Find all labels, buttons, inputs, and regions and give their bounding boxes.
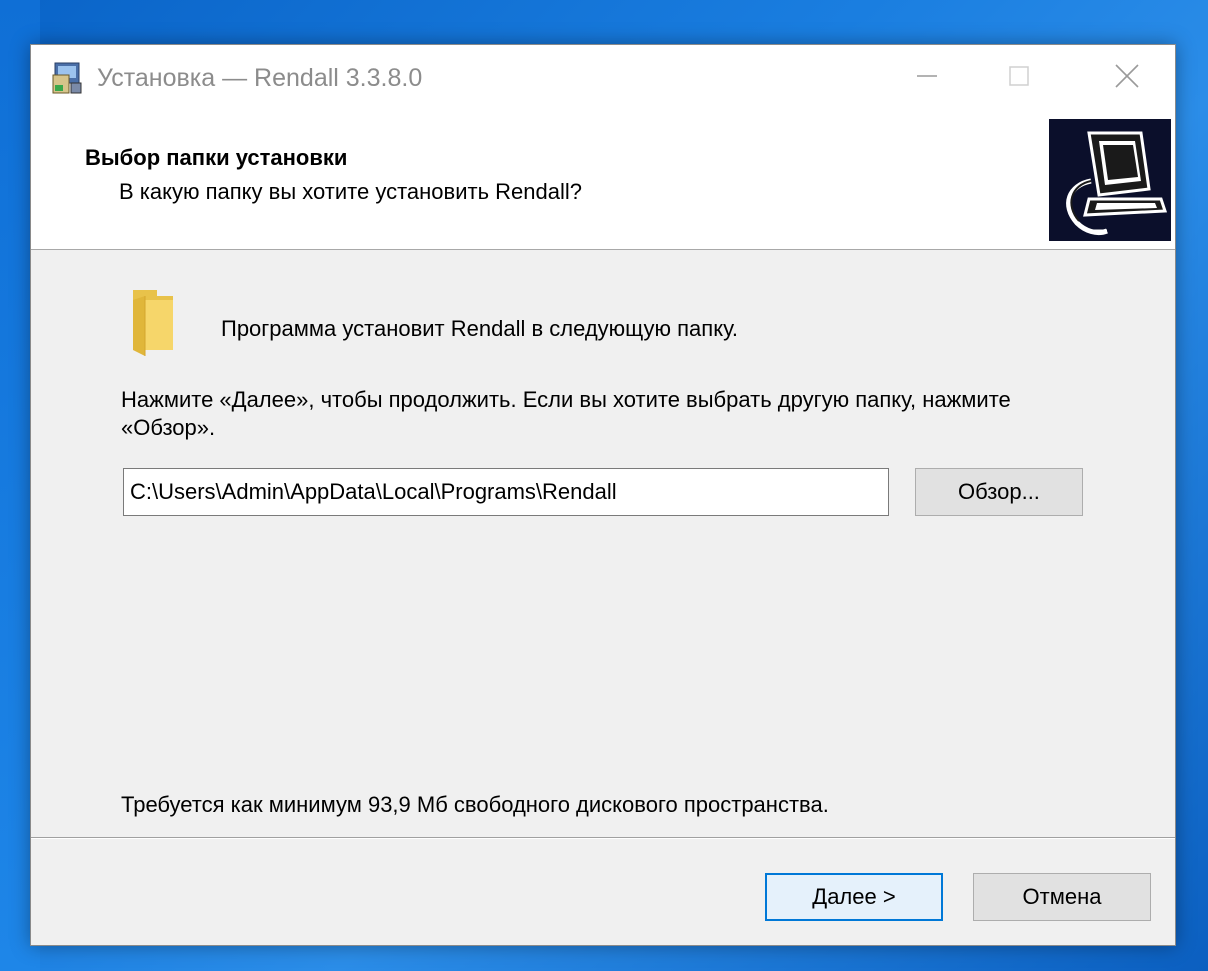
minimize-icon [916,65,938,92]
window-title: Установка — Rendall 3.3.8.0 [97,64,423,92]
wizard-header: Выбор папки установки В какую папку вы х… [31,115,1175,250]
close-icon [1114,63,1140,94]
wizard-content: Программа установит Rendall в следующую … [31,250,1175,830]
page-title: Выбор папки установки [85,145,348,170]
next-button[interactable]: Далее > [765,873,943,921]
close-button[interactable] [1081,45,1173,111]
disk-space-text: Требуется как минимум 93,9 Мб свободного… [121,792,829,817]
install-path-input[interactable] [123,468,889,516]
title-bar[interactable]: Установка — Rendall 3.3.8.0 [31,45,1175,115]
footer-divider [31,837,1175,839]
minimize-button[interactable] [881,45,973,111]
installer-icon [51,61,85,95]
instruction-text: Нажмите «Далее», чтобы продолжить. Если … [121,387,1011,440]
page-subtitle: В какую папку вы хотите установить Renda… [119,179,582,204]
folder-icon [127,286,179,358]
computer-install-icon [1049,119,1171,241]
installer-window: Установка — Rendall 3.3.8.0 Выбор папки … [30,44,1176,946]
lead-text: Программа установит Rendall в следующую … [221,316,738,341]
maximize-icon [1008,65,1030,92]
cancel-button[interactable]: Отмена [973,873,1151,921]
maximize-button[interactable] [973,45,1065,111]
browse-button[interactable]: Обзор... [915,468,1083,516]
